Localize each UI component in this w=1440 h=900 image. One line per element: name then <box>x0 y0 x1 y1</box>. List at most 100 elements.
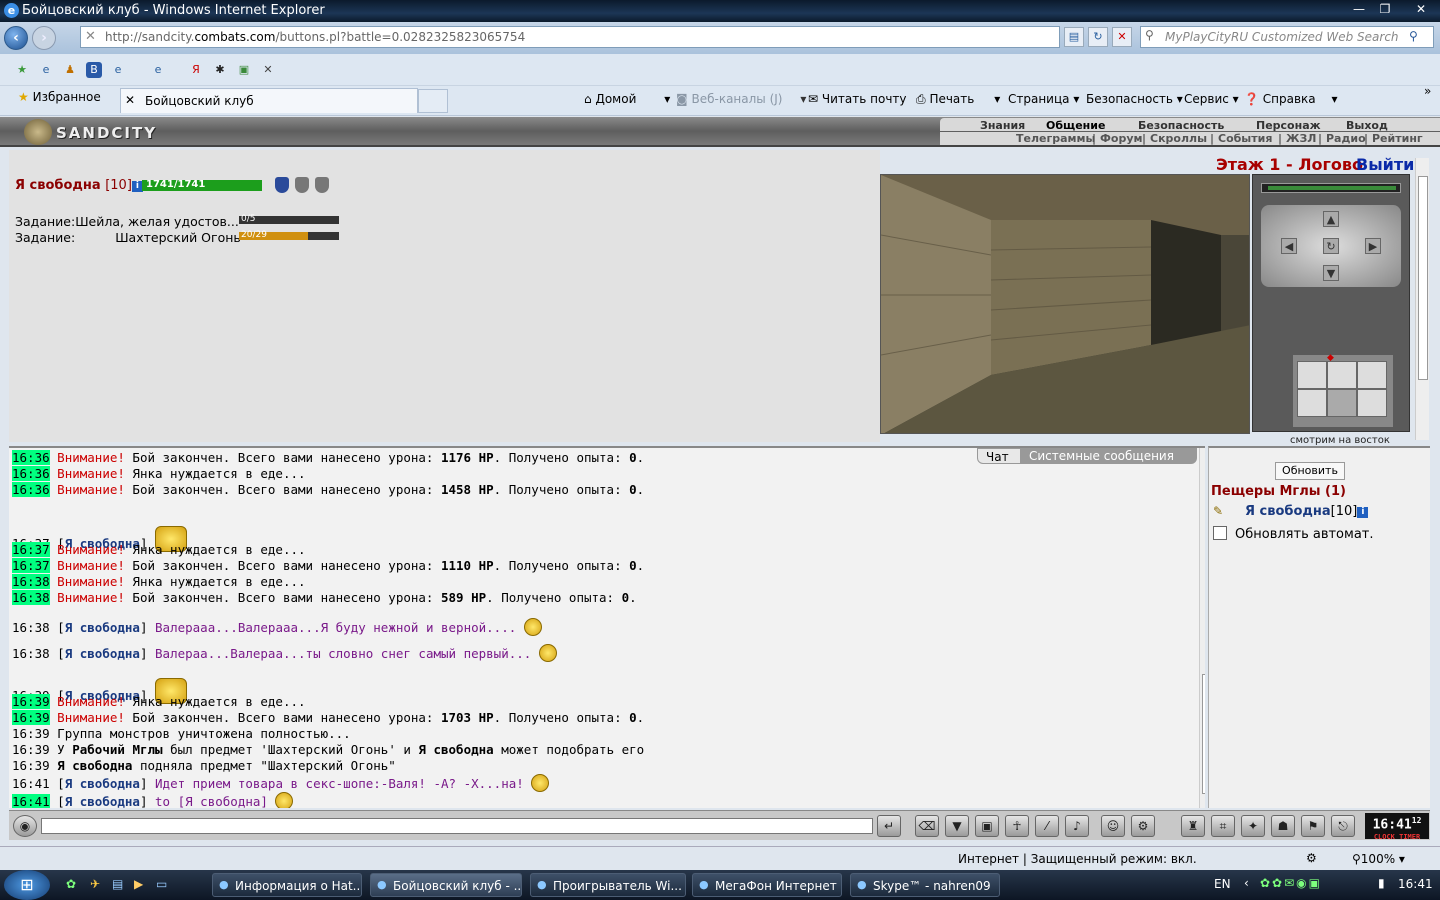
player-name[interactable]: Я свободна [10] i <box>15 178 143 193</box>
quicklaunch-icon-3[interactable]: ▤ <box>112 877 123 891</box>
clan-badge-icon[interactable] <box>275 177 289 193</box>
close-button[interactable]: ✕ <box>1404 0 1438 18</box>
turn-left-icon[interactable]: ◀ <box>1281 238 1297 254</box>
zoom-control[interactable]: ⚲100% ▾ <box>1352 852 1405 866</box>
system-clock[interactable]: 16:41 <box>1398 877 1433 891</box>
chat-timestamp[interactable]: 16:38 <box>12 620 50 635</box>
page-menu[interactable]: Страница ▾ <box>1008 92 1079 106</box>
search-icon[interactable]: ⚲ <box>1409 29 1418 43</box>
vk-icon[interactable]: B <box>86 62 102 78</box>
task-megafon[interactable]: МегаФон Интернет <box>692 873 842 897</box>
yandex-icon[interactable]: Я <box>188 62 204 78</box>
chat-timestamp[interactable]: 16:36 <box>12 466 50 481</box>
chat-author[interactable]: Я свободна <box>65 646 140 661</box>
bug-icon[interactable]: ✱ <box>212 62 228 78</box>
shield-badge-icon[interactable] <box>295 177 309 193</box>
smiley-icon[interactable]: ☺ <box>1101 815 1125 837</box>
compat-view-button[interactable]: ▤ <box>1064 27 1084 47</box>
ie-link-icon[interactable]: e <box>38 62 54 78</box>
read-mail-button[interactable]: ✉ Читать почту <box>808 92 907 106</box>
quicklaunch-icon[interactable]: ✿ <box>66 877 76 891</box>
menu-security[interactable]: Безопасность <box>1138 119 1224 132</box>
auto-refresh-checkbox[interactable]: Обновлять автомат. <box>1213 526 1374 542</box>
chat-timestamp[interactable]: 16:38 <box>12 646 50 661</box>
tray-expand-icon[interactable]: ‹ <box>1244 876 1249 890</box>
menu-communication[interactable]: Общение <box>1046 119 1105 132</box>
inventory-icon[interactable]: ♜ <box>1181 815 1205 837</box>
refresh-icon[interactable]: ↻ <box>1088 27 1108 47</box>
translit-icon[interactable]: ⁄ <box>1035 815 1059 837</box>
start-button[interactable]: ⊞ <box>4 870 50 900</box>
chat-timestamp[interactable]: 16:39 <box>12 694 50 709</box>
stop-icon[interactable]: ✕ <box>1112 27 1132 47</box>
quicklaunch-icon-4[interactable]: ▶ <box>134 877 143 891</box>
map-icon[interactable]: ⌗ <box>1211 815 1235 837</box>
address-bar[interactable]: ✕ http://sandcity.combats.com/buttons.pl… <box>80 26 1060 48</box>
info-icon[interactable]: i <box>1357 507 1369 518</box>
move-back-icon[interactable]: ▼ <box>1323 265 1339 281</box>
security-menu[interactable]: Безопасность ▾ <box>1086 92 1183 106</box>
ie-link-icon-3[interactable]: e <box>150 62 166 78</box>
menu-knowledge[interactable]: Знания <box>980 119 1025 132</box>
browser-tab[interactable]: ✕ Бойцовский клуб <box>120 88 418 113</box>
dungeon-view[interactable] <box>880 174 1250 434</box>
print-button[interactable]: ⎙ Печать ▾ <box>916 92 1000 107</box>
submenu-events[interactable]: События <box>1218 132 1272 145</box>
checkbox[interactable] <box>1213 526 1227 540</box>
chat-timestamp[interactable]: 16:37 <box>12 558 50 573</box>
search-input[interactable]: ⚲ MyPlayCityRU Customized Web Search ⚲ <box>1140 26 1434 48</box>
move-forward-icon[interactable]: ▲ <box>1323 211 1339 227</box>
chat-author[interactable]: Я свободна <box>65 620 140 635</box>
chat-timestamp[interactable]: 16:37 <box>12 542 50 557</box>
name-text[interactable]: Я свободна <box>57 758 132 773</box>
submenu-radio[interactable]: Радио <box>1326 132 1366 145</box>
chat-timestamp[interactable]: 16:38 <box>12 574 50 589</box>
tab-chat[interactable]: Чат <box>977 448 1021 464</box>
minimize-button[interactable]: — <box>1346 0 1372 18</box>
turn-right-icon[interactable]: ▶ <box>1365 238 1381 254</box>
filter-icon[interactable]: ▼ <box>945 815 969 837</box>
send-icon[interactable]: ↵ <box>877 815 901 837</box>
menu-character[interactable]: Персонаж <box>1256 119 1321 132</box>
quicklaunch-icon-2[interactable]: ✈ <box>90 877 100 891</box>
shield-badge-icon-2[interactable] <box>315 177 329 193</box>
new-tab-button[interactable] <box>418 89 448 113</box>
ie-link-icon-2[interactable]: e <box>110 62 126 78</box>
quests-icon[interactable]: ☗ <box>1271 815 1295 837</box>
maximize-button[interactable]: ❐ <box>1372 0 1398 18</box>
add-favorite-icon[interactable]: ★ <box>14 62 30 78</box>
monitor-icon[interactable]: ▣ <box>975 815 999 837</box>
help-menu[interactable]: ❓ Справка ▾ <box>1244 92 1338 106</box>
task-skype[interactable]: Skype™ - nahren09 <box>850 873 1000 897</box>
eraser-icon[interactable]: ⌫ <box>915 815 939 837</box>
language-indicator[interactable]: EN <box>1214 877 1231 891</box>
chat-timestamp[interactable]: 16:39 <box>12 726 50 741</box>
protected-mode-icon[interactable]: ⚙ <box>1306 851 1317 865</box>
online-user[interactable]: Я свободна[10] i <box>1245 504 1369 519</box>
submenu-scrolls[interactable]: Скроллы <box>1150 132 1207 145</box>
back-button[interactable]: ‹ <box>4 26 28 50</box>
refresh-button[interactable]: Обновить <box>1275 462 1345 480</box>
chat-timestamp[interactable]: 16:39 <box>12 758 50 773</box>
people-icon[interactable]: ♟ <box>62 62 78 78</box>
chat-timestamp[interactable]: 16:41 <box>12 794 50 808</box>
tray-icon[interactable]: ▮ <box>1378 876 1385 890</box>
tab-system-messages[interactable]: Системные сообщения <box>1021 448 1197 464</box>
tools-menu[interactable]: Сервис ▾ <box>1184 92 1239 106</box>
task-info-hat[interactable]: Информация о Hat... <box>212 873 362 897</box>
chevron-right-icon[interactable]: » <box>1424 84 1431 98</box>
exit-game-icon[interactable]: ⎋ <box>1331 815 1355 837</box>
submenu-telegrams[interactable]: Телеграммы <box>1016 132 1095 145</box>
chat-author[interactable]: Я свободна <box>65 794 140 808</box>
chat-timestamp[interactable]: 16:36 <box>12 482 50 497</box>
chat-timestamp[interactable]: 16:39 <box>12 742 50 757</box>
chat-scrollbar[interactable] <box>1199 448 1205 808</box>
task-media-player[interactable]: Проигрыватель Wi... <box>530 873 686 897</box>
task-combats[interactable]: Бойцовский клуб - ... <box>370 873 522 897</box>
submenu-zhzl[interactable]: ЖЗЛ <box>1286 132 1316 145</box>
sound-icon[interactable]: ♪ <box>1065 815 1089 837</box>
exit-link[interactable]: Выйти <box>1356 155 1414 174</box>
chat-author[interactable]: Я свободна <box>65 776 140 791</box>
menu-exit[interactable]: Выход <box>1346 119 1388 132</box>
clan-icon[interactable]: ⚑ <box>1301 815 1325 837</box>
